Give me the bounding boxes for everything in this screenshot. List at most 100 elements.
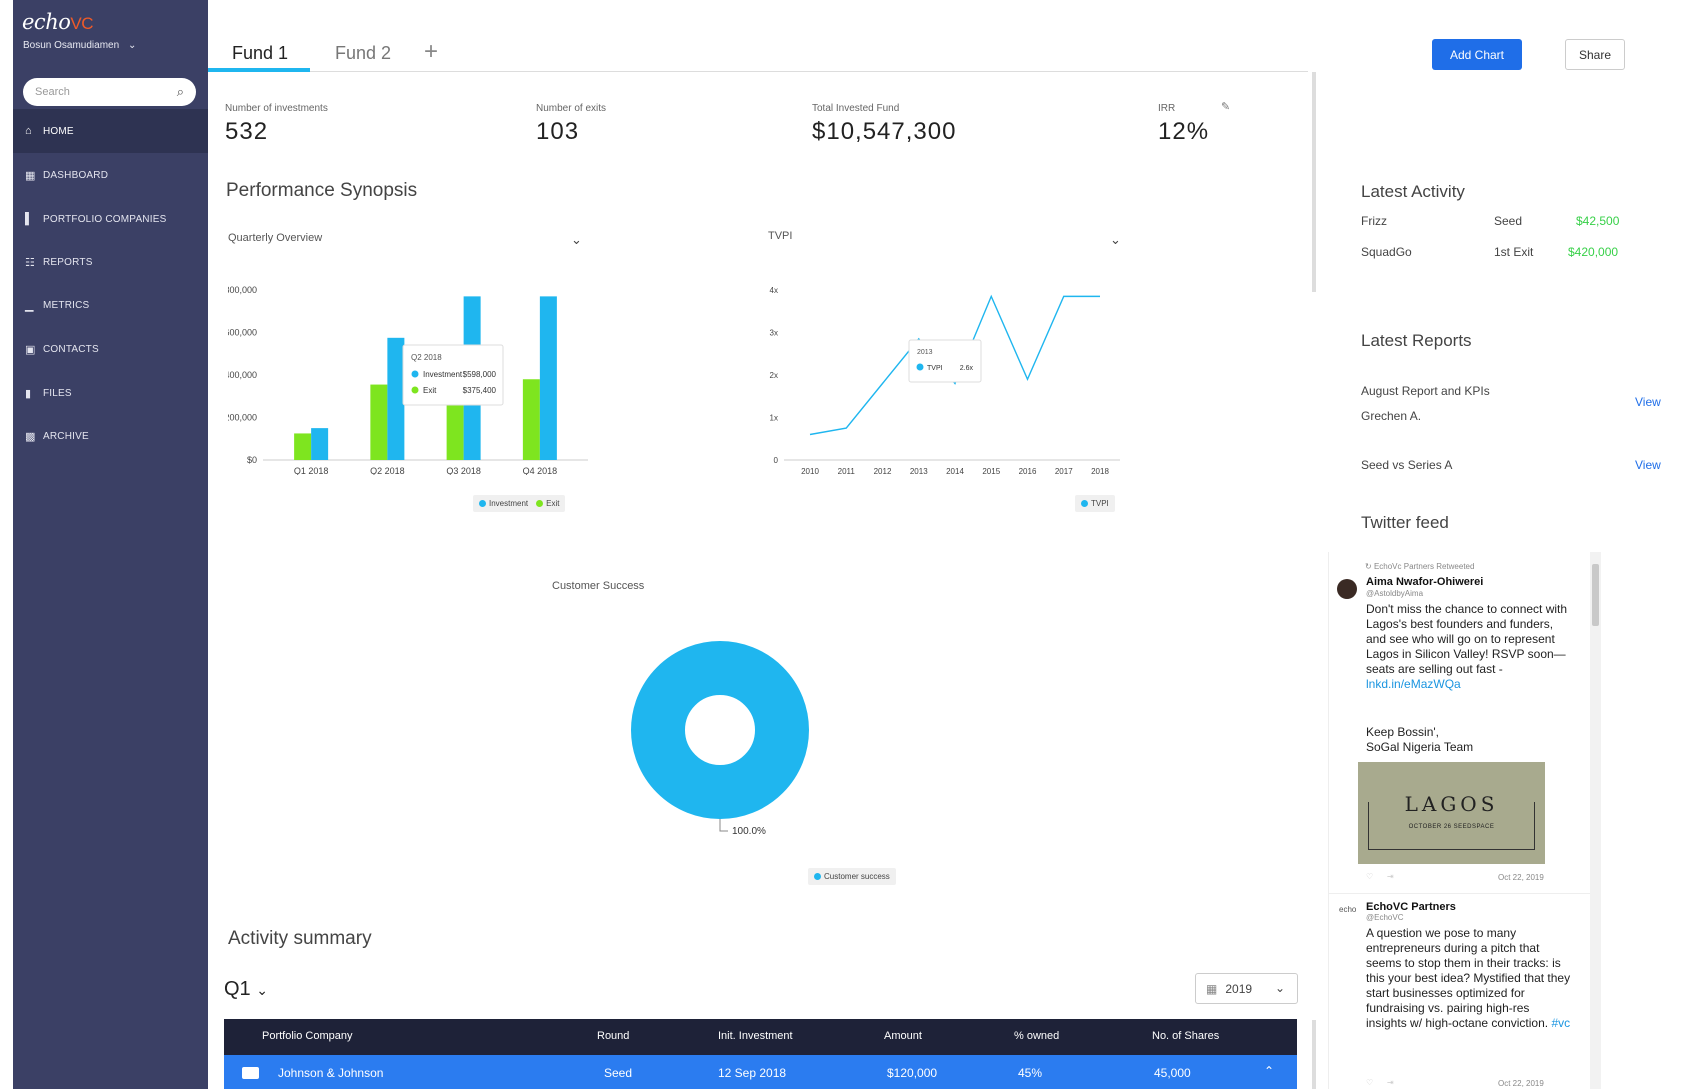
y-tick-label: 1x (770, 414, 778, 423)
y-tick-label: 4x (770, 286, 778, 295)
bar-exit[interactable] (522, 379, 540, 460)
x-tick-label: 2018 (1091, 467, 1109, 475)
share-button[interactable]: Share (1565, 39, 1625, 70)
latest-reports-title: Latest Reports (1361, 331, 1472, 350)
x-tick-label: Q3 2018 (446, 466, 481, 475)
table-row[interactable]: Johnson & Johnson Seed 12 Sep 2018 $120,… (224, 1055, 1297, 1089)
search-icon[interactable]: ⌕ (177, 84, 184, 100)
chart-title: Quarterly Overview (228, 232, 323, 244)
tweet-author-handle[interactable]: @AstoldbyAima (1366, 589, 1423, 598)
user-name: Bosun Osamudiamen (23, 40, 120, 51)
quarter-value: Q1 (224, 978, 251, 1000)
table-header: Portfolio Company Round Init. Investment… (224, 1019, 1297, 1055)
tab-fund-2[interactable]: Fund 2 (335, 43, 391, 64)
table-cell: Johnson & Johnson (278, 1066, 384, 1080)
sidebar-item-portfolio-companies[interactable]: ▌ PORTFOLIO COMPANIES (13, 197, 208, 241)
twitter-feed-title: Twitter feed (1361, 513, 1449, 532)
quarter-select[interactable]: Q1 ⌄ (224, 978, 268, 1001)
sidebar-item-files[interactable]: ▮ FILES (13, 371, 208, 415)
sidebar-item-reports[interactable]: ☷ REPORTS (13, 240, 208, 284)
tweet-author-name[interactable]: Aima Nwafor-Ohiwerei (1366, 576, 1483, 588)
tweet-date[interactable]: Oct 22, 2019 (1498, 1079, 1544, 1088)
sidebar-item-home[interactable]: ⌂ HOME (13, 109, 208, 153)
chart-tooltip: Q2 2018 Investment $598,000 Exit $375,400 (402, 344, 504, 406)
x-tick-label: Q1 2018 (294, 466, 329, 475)
tweet-image[interactable]: LAGOS OCTOBER 26 SEEDSPACE (1358, 762, 1545, 864)
tooltip-box (908, 339, 982, 383)
tweet-divider (1328, 893, 1590, 894)
bar-investment[interactable] (539, 296, 557, 460)
legend-item-customer-success[interactable]: Customer success (814, 872, 890, 881)
echovc-avatar[interactable]: echo (1339, 905, 1356, 914)
chevron-down-icon[interactable]: ⌄ (1110, 232, 1121, 248)
legend-label: Investment (489, 499, 529, 508)
line-chart-legend: TVPI (1075, 495, 1115, 512)
sidebar-item-label: ARCHIVE (43, 430, 89, 442)
activity-round: Seed (1494, 214, 1523, 228)
sidebar-item-metrics[interactable]: ▁ METRICS (13, 283, 208, 327)
report-name[interactable]: August Report and KPIs (1361, 384, 1490, 398)
main-scrollbar[interactable] (1312, 72, 1316, 292)
bar-investment[interactable] (311, 428, 329, 460)
bar-investment[interactable] (387, 337, 405, 460)
sidebar-item-archive[interactable]: ▩ ARCHIVE (13, 414, 208, 458)
sidebar-item-label: CONTACTS (43, 343, 99, 355)
heart-icon[interactable]: ♡ (1366, 1078, 1373, 1087)
bar-exit[interactable] (370, 384, 388, 460)
tooltip-dot (411, 370, 419, 378)
add-tab-icon[interactable]: + (424, 38, 438, 66)
chevron-down-icon[interactable]: ⌄ (571, 232, 582, 248)
legend-item-exit[interactable]: Exit (536, 499, 559, 508)
tweet-hashtag[interactable]: #vc (1551, 1016, 1570, 1030)
bar-exit[interactable] (294, 433, 312, 460)
row-checkbox[interactable] (242, 1067, 259, 1079)
legend-label: Exit (546, 499, 560, 508)
chevron-down-icon: ⌄ (1274, 981, 1285, 995)
column-header[interactable]: Round (597, 1030, 629, 1042)
view-report-link[interactable]: View (1635, 458, 1661, 472)
column-header[interactable]: Portfolio Company (262, 1030, 353, 1042)
pie-slice-customer-success[interactable] (631, 641, 809, 819)
main-scrollbar-lower[interactable] (1312, 1020, 1316, 1089)
tweet-text: A question we pose to many entrepreneurs… (1366, 926, 1571, 1031)
bar-chart-legend: Investment Exit (473, 495, 566, 512)
brand-suffix: VC (70, 14, 93, 33)
image-title: LAGOS (1404, 792, 1499, 816)
heart-icon[interactable]: ♡ (1366, 872, 1373, 881)
tab-fund-1[interactable]: Fund 1 (232, 43, 288, 64)
tweet-date[interactable]: Oct 22, 2019 (1498, 873, 1544, 882)
table-cell: 45% (1018, 1066, 1043, 1080)
view-report-link[interactable]: View (1635, 395, 1661, 409)
column-header[interactable]: No. of Shares (1152, 1030, 1219, 1042)
report-name[interactable]: Seed vs Series A (1361, 458, 1452, 472)
twitter-scrollbar[interactable] (1590, 552, 1601, 1089)
tweet-link[interactable]: lnkd.in/eMazWQa (1366, 677, 1461, 691)
search-input[interactable]: Search ⌕ (23, 78, 196, 106)
sidebar: echoVC Bosun Osamudiamen ⌄ Search ⌕ ⌂ HOM… (13, 0, 208, 1089)
column-header[interactable]: % owned (1014, 1030, 1059, 1042)
column-header[interactable]: Init. Investment (718, 1030, 793, 1042)
sidebar-item-contacts[interactable]: ▣ CONTACTS (13, 327, 208, 371)
fund-tabs: Fund 1 Fund 2 + (208, 30, 1308, 72)
x-tick-label: 2013 (910, 467, 928, 475)
stat-label: Number of investments (225, 103, 328, 114)
legend-item-tvpi[interactable]: TVPI (1081, 499, 1109, 508)
brand-name: echo (22, 10, 71, 34)
chevron-up-icon[interactable]: ⌃ (1264, 1064, 1274, 1078)
legend-item-investment[interactable]: Investment (479, 499, 528, 508)
share-icon[interactable]: ⇥ (1387, 1078, 1394, 1087)
share-icon[interactable]: ⇥ (1387, 872, 1394, 881)
tweet-author-name[interactable]: EchoVC Partners (1366, 901, 1456, 913)
edit-pencil-icon[interactable]: ✎ (1221, 100, 1230, 113)
add-chart-button[interactable]: Add Chart (1432, 39, 1522, 70)
scroll-thumb[interactable] (1592, 564, 1599, 626)
x-tick-label: 2015 (982, 467, 1000, 475)
brand-logo[interactable]: echoVC (22, 10, 93, 34)
user-menu[interactable]: Bosun Osamudiamen ⌄ (23, 40, 136, 51)
avatar[interactable] (1337, 579, 1357, 599)
column-header[interactable]: Amount (884, 1030, 922, 1042)
year-select[interactable]: ▦ 2019 ⌄ (1195, 973, 1298, 1004)
sidebar-item-dashboard[interactable]: ▦ DASHBOARD (13, 153, 208, 197)
tweet-author-handle[interactable]: @EchoVC (1366, 913, 1403, 922)
sidebar-item-label: HOME (43, 125, 74, 137)
